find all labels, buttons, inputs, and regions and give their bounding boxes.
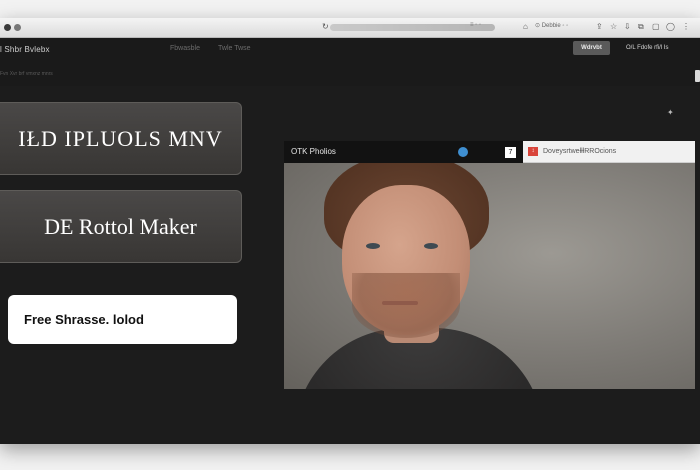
download-icon[interactable]: ⇩ <box>624 22 631 32</box>
portrait-eye-left <box>366 243 380 249</box>
brand-name[interactable]: l Shbr Bvlebx <box>0 45 50 54</box>
scrollbar-thumb[interactable] <box>695 70 700 82</box>
account-link[interactable]: O/L Fdofe rfi/l Is <box>626 45 668 51</box>
tab-app-icon: ↕ <box>528 147 538 156</box>
feature-card-1[interactable]: IŁD IPLUOLS MNV <box>0 102 242 175</box>
feature-card-2[interactable]: DE Rottol Maker <box>0 190 242 263</box>
nav-link-2[interactable]: Twle Twse <box>218 45 251 52</box>
share-icon[interactable]: ⇪ <box>596 22 603 32</box>
portrait-mouth <box>382 301 418 305</box>
reload-icon[interactable]: ↻ <box>322 22 329 32</box>
address-text: ≡ ◦ ◦ <box>470 22 482 28</box>
portrait-photo <box>284 163 695 389</box>
settings-icon[interactable]: ⋮ <box>682 22 690 32</box>
lock-icon: ⌂ <box>523 22 528 31</box>
tabs-icon[interactable]: ▢ <box>652 22 660 32</box>
photo-panel-header: OTK Pholios 7 ↕ DoveysrtwełłłRROcions <box>284 141 695 163</box>
profile-icon[interactable]: ◯ <box>666 22 675 32</box>
sub-nav-link[interactable]: Fvn Xvr brf vmxnz mnrs <box>0 71 53 77</box>
close-dot[interactable] <box>4 24 11 31</box>
photo-tab[interactable]: ↕ DoveysrtwełłłRROcions <box>523 141 695 163</box>
tab-label: DoveysrtwełłłRROcions <box>543 148 617 155</box>
feature-card-3[interactable]: Free Shrasse. lolod <box>8 295 237 344</box>
minimize-dot[interactable] <box>14 24 21 31</box>
primary-button[interactable]: Wdrvbt <box>573 41 610 55</box>
globe-icon[interactable] <box>458 147 468 157</box>
portrait-eye-right <box>424 243 438 249</box>
bookmark-icon[interactable]: ☆ <box>610 22 617 32</box>
extensions-icon[interactable]: ⧉ <box>638 22 644 32</box>
sparkle-icon: ✦ <box>667 108 674 117</box>
photo-panel-title: OTK Pholios <box>291 147 336 156</box>
search-field[interactable]: ⊙ Debbie ◦ ◦ <box>535 22 568 29</box>
photo-panel: OTK Pholios 7 ↕ DoveysrtwełłłRROcions <box>284 141 695 389</box>
portrait-beard <box>352 273 460 338</box>
nav-link-1[interactable]: Fbwasble <box>170 45 200 52</box>
square-button[interactable]: 7 <box>505 147 516 158</box>
browser-titlebar: ↻ ≡ ◦ ◦ ⌂ ⊙ Debbie ◦ ◦ ⇪ ☆ ⇩ ⧉ ▢ ◯ ⋮ <box>0 18 700 38</box>
